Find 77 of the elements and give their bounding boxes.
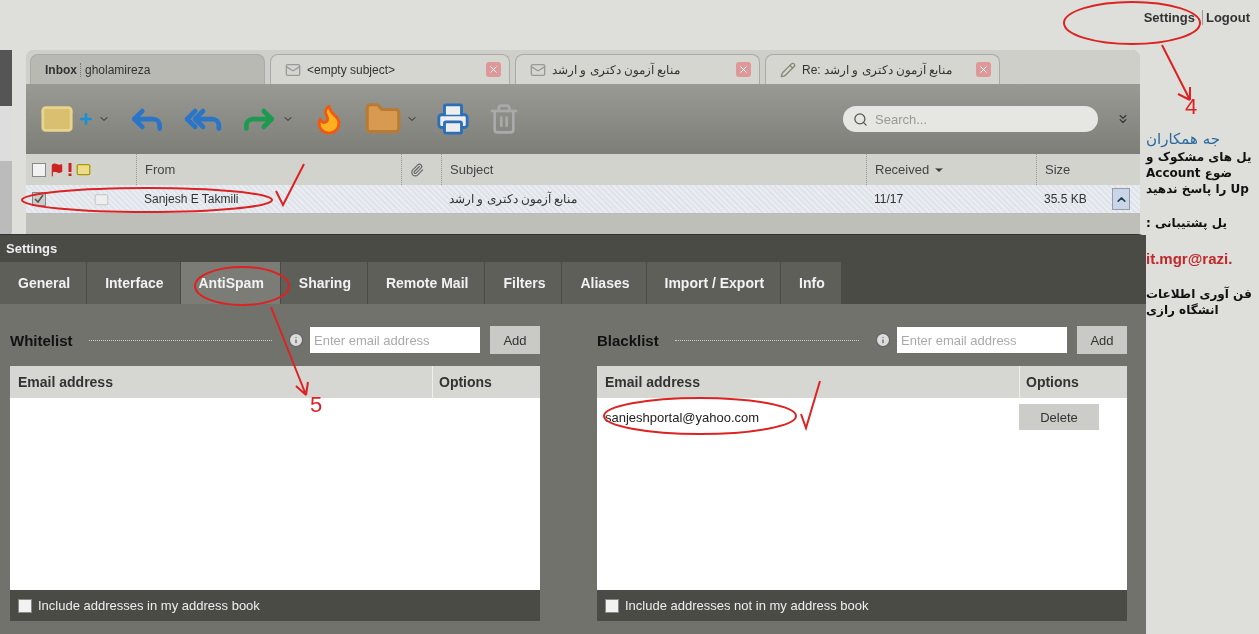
dialog-title: Settings [0,235,1146,262]
search-field[interactable]: Search... [843,106,1098,132]
close-icon[interactable] [976,62,991,77]
checkbox-label: Include addresses in my address book [38,598,260,613]
check-mark [275,163,305,207]
settings-tab[interactable]: Filters [485,262,563,304]
sender-cell-text: Sanjesh E Takmili [143,192,240,206]
notice-text: فن آوری اطلاعات [1146,287,1252,301]
settings-tab[interactable]: Sharing [280,262,368,304]
notice-text: یل های مشکوک و [1146,150,1252,164]
footer-checkbox[interactable] [18,598,32,613]
mail-tab[interactable]: Inbox gholamireza [30,54,265,84]
trash-icon[interactable] [488,103,520,135]
notice-text: Up را پاسخ ندهید [1146,182,1249,196]
chevrons-down-icon[interactable] [1116,112,1130,126]
email-field[interactable]: Enter email address [310,327,480,353]
column-header: Options [432,366,512,398]
settings-link[interactable]: Settings [1140,10,1198,25]
list-title: Whitelist [10,331,73,349]
paperclip-icon [410,162,424,177]
close-icon[interactable] [486,62,501,77]
logout-link[interactable]: Logout [1201,10,1253,25]
email-field[interactable]: Enter email address [897,327,1067,353]
annotation-number: 5 [310,392,323,418]
printer-icon[interactable] [436,102,470,136]
subject-cell-text: منابع آزمون دکتری و ارشد [448,192,579,206]
settings-tab[interactable]: Interface [87,262,181,304]
mail-tab[interactable]: <empty subject> [270,54,510,84]
date-cell-text: 11/17 [873,192,905,206]
settings-tab[interactable]: Aliases [562,262,647,304]
info-icon[interactable] [875,332,891,348]
notice-heading: جه همکاران [1146,130,1220,148]
tick-icon [34,194,44,204]
size-cell-text: 35.5 KB [1043,192,1088,206]
settings-tab[interactable]: General [0,262,88,304]
add-button[interactable]: Add [490,326,540,354]
list-title: Blacklist [597,331,659,349]
check-mark [800,380,822,430]
settings-tab[interactable]: Info [781,262,842,304]
mail-tab[interactable]: منابع آزمون دکتری و ارشد [515,54,760,84]
tab-title: Inbox gholamireza [45,62,152,77]
column-header[interactable]: Subject [450,162,494,177]
tab-title: منابع آزمون دکتری و ارشد [552,62,682,77]
select-all-checkbox[interactable] [32,162,46,177]
envelope-icon [285,61,301,78]
settings-tab[interactable]: Remote Mail [367,262,486,304]
footer-checkbox[interactable] [605,598,619,613]
email-text: it.mgr@razi. [1146,250,1233,267]
checkbox-label: Include addresses not in my address book [625,598,869,613]
column-header[interactable]: From [145,162,176,177]
envelope-icon [76,162,91,177]
flag-icon [50,162,64,177]
column-header: Options [1019,366,1099,398]
notice-text: انشگاه رازی [1146,303,1219,317]
priority-icon [68,163,72,176]
info-icon[interactable] [288,332,304,348]
envelope-icon [94,191,109,207]
add-button[interactable]: Add [1077,326,1127,354]
close-icon[interactable] [736,62,751,77]
notice-text: ضوع Account [1146,166,1233,180]
column-header[interactable]: Size [1045,162,1071,177]
settings-tab[interactable]: AntiSpam [180,262,281,304]
delete-button[interactable]: Delete [1019,404,1099,430]
tab-title: <empty subject> [307,62,397,77]
column-header[interactable]: Received [875,162,930,177]
tab-title: Re: منابع آزمون دکتری و ارشد [802,62,954,77]
notice-text: یل پشتیبانی : [1146,216,1227,230]
annotation-number: 4 [1185,94,1198,120]
scroll-up-icon[interactable] [1112,188,1130,210]
envelope-icon [530,61,546,78]
mail-tab[interactable]: Re: منابع آزمون دکتری و ارشد [765,54,1000,84]
column-header: Email address [17,373,114,392]
search-icon[interactable] [853,112,868,127]
column-header: Email address [604,373,701,392]
address-cell-text: sanjeshportal@yahoo.com [604,409,761,425]
settings-tab[interactable]: Import / Export [646,262,782,304]
envelope-pencil-icon [780,61,796,78]
